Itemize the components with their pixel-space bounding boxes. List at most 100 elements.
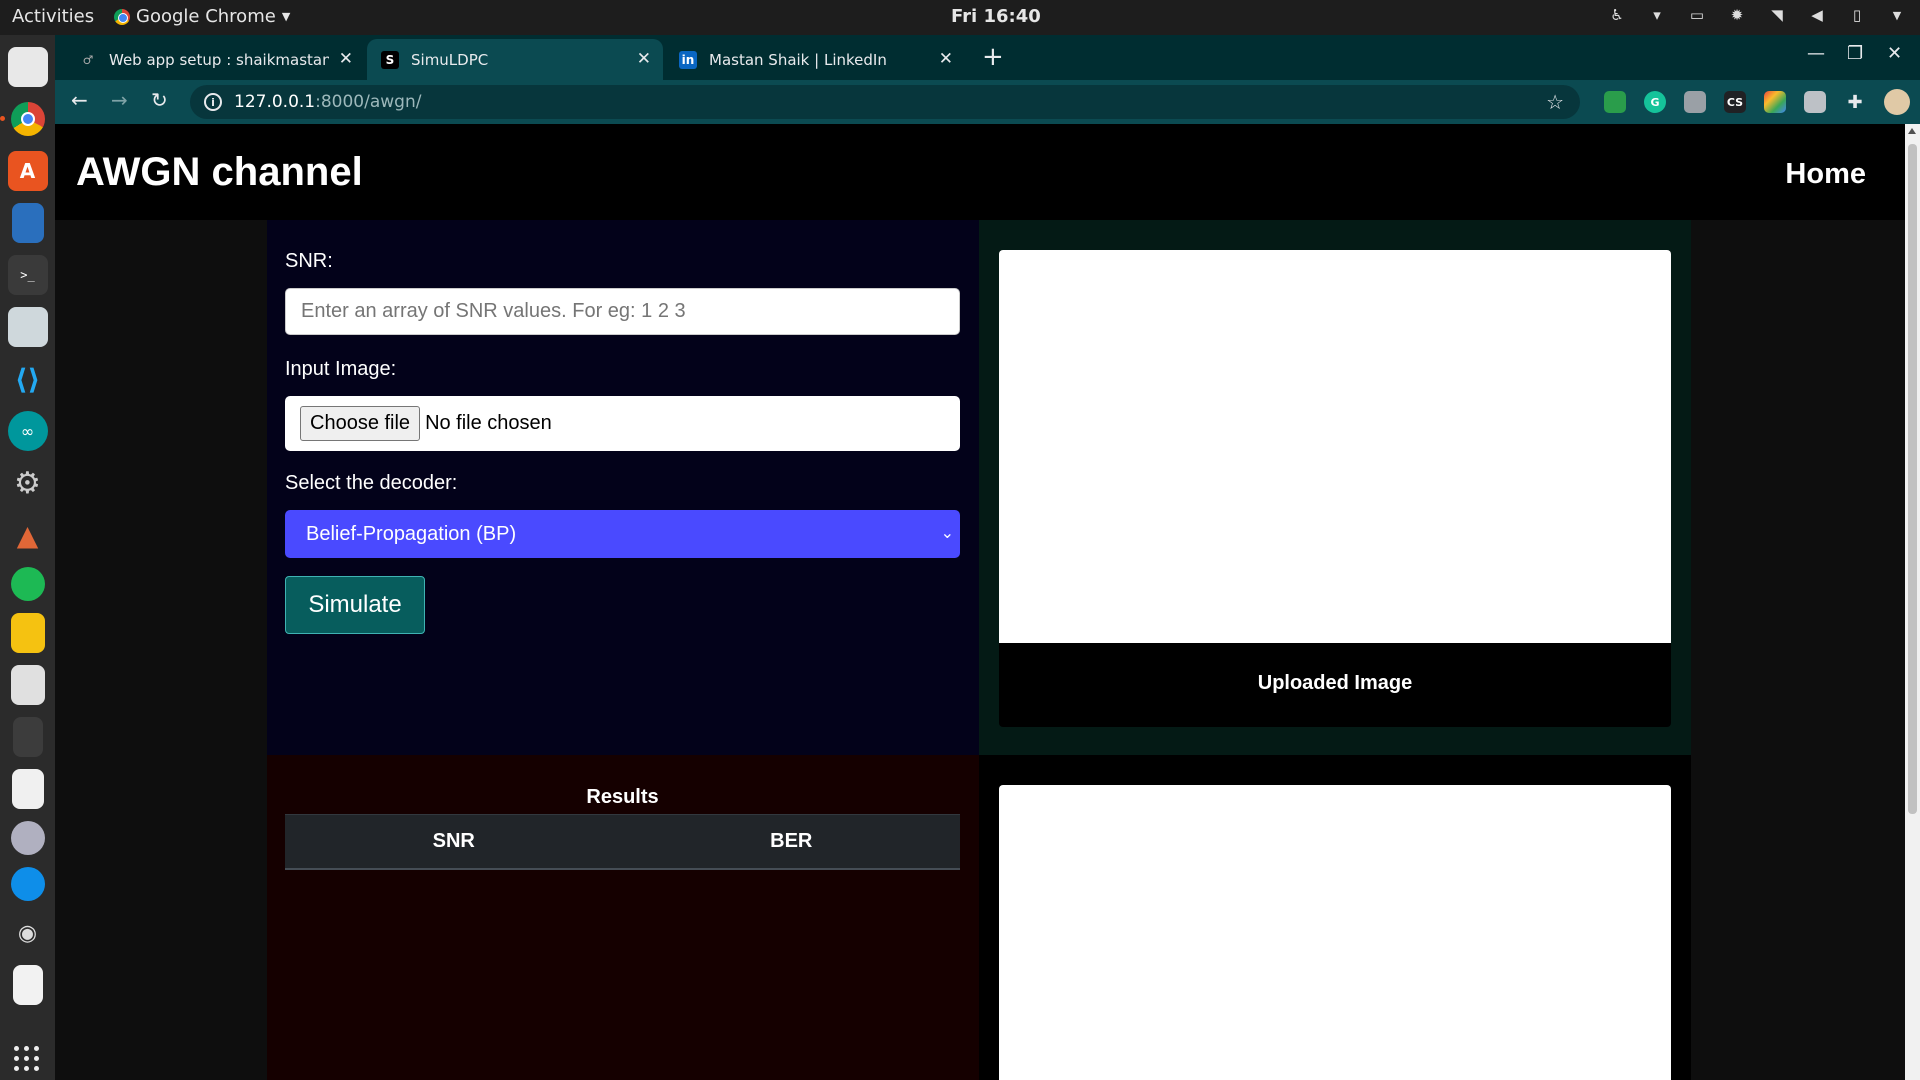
output-image-panel — [979, 755, 1691, 1080]
ber-column-header: BER — [770, 830, 813, 852]
bookmark-star-icon[interactable]: ☆ — [1546, 90, 1564, 114]
close-icon[interactable]: ✕ — [637, 49, 651, 69]
activities-button[interactable]: Activities — [12, 6, 94, 27]
tab-linkedin[interactable]: in Mastan Shaik | LinkedIn ✕ — [665, 39, 965, 80]
chevron-down-icon: ▼ — [281, 10, 291, 23]
clock[interactable]: Fri 16:40 — [951, 6, 1041, 27]
results-table-header: SNR BER — [285, 814, 960, 870]
snr-column-header: SNR — [432, 830, 475, 852]
mail-ext-icon[interactable] — [1604, 91, 1626, 113]
snr-input[interactable] — [285, 288, 960, 335]
close-icon[interactable]: ✕ — [939, 49, 953, 69]
output-image — [999, 785, 1671, 1080]
site-info-icon[interactable]: i — [204, 93, 222, 111]
close-icon[interactable]: ✕ — [339, 49, 353, 69]
new-tab-button[interactable]: + — [982, 42, 1004, 72]
file-status-text: No file chosen — [425, 412, 552, 434]
input-image-label: Input Image: — [285, 358, 397, 380]
chrome-icon — [114, 8, 130, 25]
forward-button[interactable]: → — [111, 88, 128, 112]
system-tray[interactable]: ♿︎ ▾ ▭ ✹ ◥ ◀ ▯ ▼ — [1608, 6, 1906, 24]
eye-icon[interactable]: ◉ — [8, 913, 48, 953]
sheets-icon[interactable] — [10, 665, 45, 705]
tab-title: Mastan Shaik | LinkedIn — [709, 50, 887, 69]
url-host: 127.0.0.1 — [234, 92, 316, 112]
writer-icon[interactable] — [11, 203, 44, 243]
puzzle-icon[interactable]: ✚ — [1844, 91, 1866, 113]
maximize-button[interactable]: ❐ — [1847, 43, 1863, 64]
notes-icon[interactable] — [10, 613, 45, 653]
chevron-down-icon: ⌄ — [940, 525, 954, 542]
site-brand[interactable]: AWGN channel — [76, 150, 363, 195]
wifi-icon[interactable]: ◥ — [1768, 6, 1786, 24]
software-center-icon[interactable]: A — [7, 151, 48, 191]
show-applications-icon[interactable] — [14, 1046, 40, 1072]
scrollbar-thumb[interactable] — [1908, 144, 1917, 814]
uploaded-image-card: Uploaded Image — [999, 250, 1671, 727]
accessibility-icon[interactable]: ♿︎ — [1608, 6, 1626, 24]
tab-title: Web app setup : shaikmastan : P — [109, 50, 329, 69]
tab-simuldpc[interactable]: S SimuLDPC ✕ — [367, 39, 663, 80]
volume-icon[interactable]: ◀ — [1808, 6, 1826, 24]
s-favicon-icon: S — [381, 50, 399, 69]
files-app-icon[interactable] — [7, 47, 48, 87]
screenshot-icon[interactable]: ▭ — [1688, 6, 1706, 24]
back-button[interactable]: ← — [71, 88, 88, 112]
terminal-icon[interactable]: >_ — [7, 255, 48, 295]
minimize-button[interactable]: — — [1807, 43, 1825, 64]
reload-button[interactable]: ↻ — [151, 88, 168, 112]
uploaded-image-caption: Uploaded Image — [1257, 672, 1413, 694]
simulation-form: SNR: Input Image: Choose file No file ch… — [267, 220, 979, 755]
colorful-ext-icon[interactable] — [1764, 91, 1786, 113]
location-ext-icon[interactable] — [1684, 91, 1706, 113]
image-file-input[interactable]: Choose file No file chosen — [285, 396, 960, 451]
browser-toolbar: ← → ↻ i 127.0.0.1 :8000/awgn/ ☆ G CS ✚ ⋮ — [55, 80, 1920, 124]
address-bar[interactable]: i 127.0.0.1 :8000/awgn/ ☆ — [190, 85, 1580, 119]
decoder-select[interactable]: Belief-Propagation (BP) ⌄ — [285, 510, 960, 558]
home-link[interactable]: Home — [1785, 158, 1866, 191]
dock: A >_ ⟨⟩ ∞ ⚙ ▲ ◉ — [0, 35, 55, 1080]
results-title: Results — [586, 786, 659, 808]
snr-label: SNR: — [285, 250, 333, 272]
drawing-icon[interactable] — [11, 769, 44, 809]
decoder-label: Select the decoder: — [285, 472, 458, 494]
gray-ext-icon[interactable] — [1804, 91, 1826, 113]
uploaded-image — [999, 250, 1671, 643]
settings-icon[interactable]: ⚙ — [8, 463, 48, 503]
spotify-icon[interactable] — [10, 567, 45, 601]
keyboard-app-icon[interactable] — [7, 307, 48, 347]
page-viewport: AWGN channel Home SNR: Input Image: Choo… — [55, 124, 1920, 1080]
teamviewer-icon[interactable] — [10, 867, 45, 901]
avatar[interactable] — [1884, 89, 1910, 115]
grammarly-icon[interactable]: G — [1644, 91, 1666, 113]
arduino-icon[interactable]: ∞ — [7, 411, 48, 451]
tab-strip: ♂ Web app setup : shaikmastan : P ✕ S Si… — [55, 35, 1920, 80]
text-editor-icon[interactable] — [12, 965, 43, 1005]
results-panel: Results SNR BER — [267, 755, 979, 1080]
url-path: :8000/awgn/ — [315, 92, 422, 112]
cs-ext-icon[interactable]: CS — [1724, 91, 1746, 113]
battery-icon[interactable]: ▯ — [1848, 6, 1866, 24]
page-scrollbar[interactable] — [1905, 124, 1920, 1080]
screenshot-app-icon[interactable] — [10, 821, 45, 855]
scroll-up-icon[interactable] — [1908, 128, 1916, 134]
brightness-icon[interactable]: ✹ — [1728, 6, 1746, 24]
output-image-card — [999, 785, 1671, 1080]
simulate-button[interactable]: Simulate — [285, 576, 425, 634]
pythonanywhere-icon: ♂ — [82, 52, 94, 67]
site-navbar: AWGN channel Home — [55, 124, 1905, 220]
chrome-app-icon[interactable] — [0, 99, 48, 139]
close-window-button[interactable]: ✕ — [1887, 43, 1902, 64]
system-top-bar: Activities Google Chrome ▼ Fri 16:40 ♿︎ … — [0, 0, 1920, 35]
choose-file-button[interactable]: Choose file — [300, 406, 421, 441]
matlab-icon[interactable]: ▲ — [8, 515, 48, 555]
system-menu-chevron-icon[interactable]: ▼ — [1888, 6, 1906, 24]
input-source-icon[interactable]: ▾ — [1648, 6, 1666, 24]
vscode-icon[interactable]: ⟨⟩ — [8, 359, 48, 399]
uploaded-image-panel: Uploaded Image — [979, 220, 1691, 755]
app-menu[interactable]: Google Chrome ▼ — [114, 6, 290, 27]
linkedin-icon: in — [679, 50, 697, 69]
browser-window: ♂ Web app setup : shaikmastan : P ✕ S Si… — [55, 35, 1920, 1080]
tab-web-app-setup[interactable]: ♂ Web app setup : shaikmastan : P ✕ — [65, 39, 365, 80]
calculator-icon[interactable] — [12, 717, 43, 757]
